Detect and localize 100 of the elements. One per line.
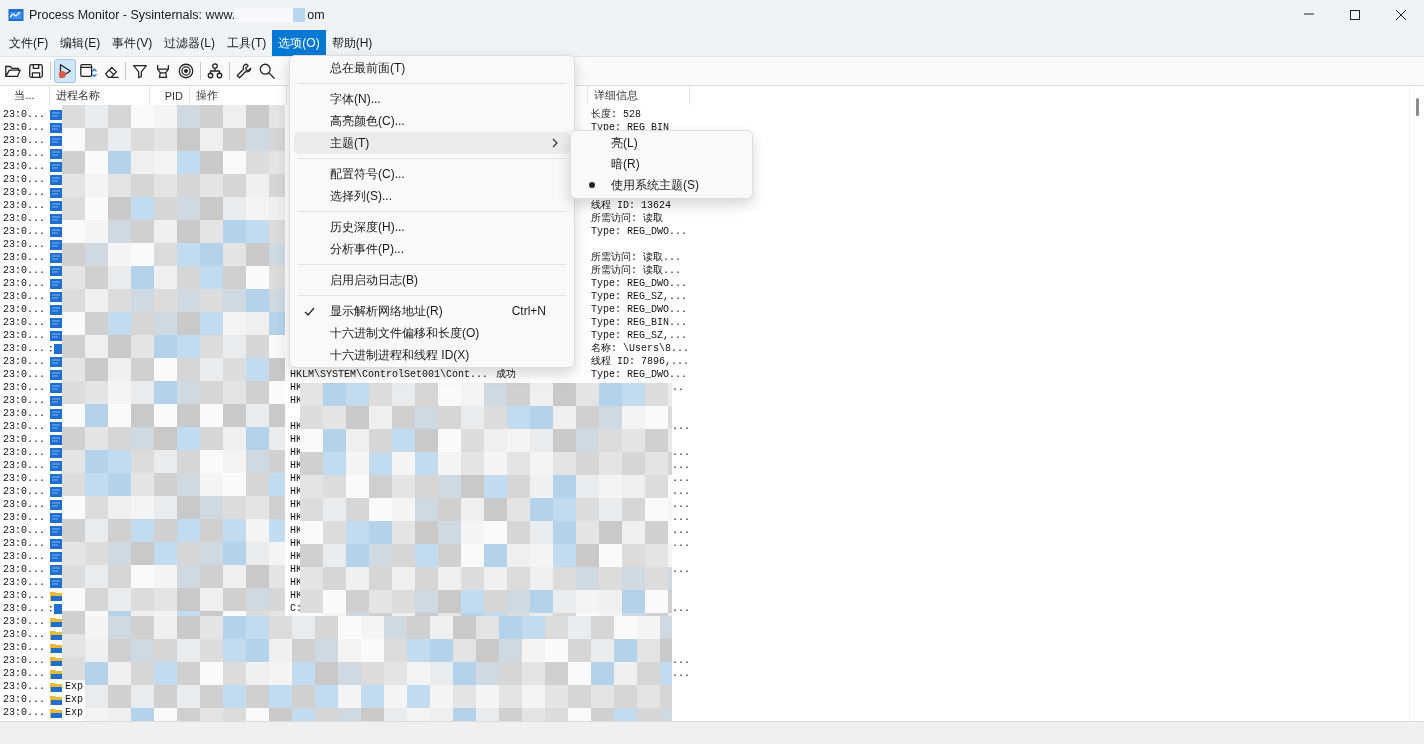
time-cell: 23:0... — [3, 264, 45, 277]
detail-cell: ... — [672, 524, 690, 537]
detail-cell: ... — [672, 563, 690, 576]
menu-item[interactable]: 文件(F) — [3, 30, 55, 56]
time-cell: 23:0... — [3, 199, 45, 212]
result-cell: 成功 — [496, 368, 516, 381]
process-name-cell: Exp — [65, 680, 83, 693]
time-cell: 23:0... — [3, 706, 45, 719]
time-cell: 23:0... — [3, 420, 45, 433]
menu-item[interactable]: 十六进制进程和线程 ID(X) — [294, 344, 570, 366]
column-header[interactable]: 详细信息 — [588, 86, 690, 105]
time-cell: 23:0... — [3, 186, 45, 199]
time-cell: 23:0... — [3, 212, 45, 225]
time-cell: 23:0... — [3, 394, 45, 407]
column-header[interactable]: 当... — [0, 86, 50, 105]
time-cell: 23:0... — [3, 511, 45, 524]
shortcut-label: Ctrl+N — [511, 304, 547, 318]
detail-cell: Type: REG_DWO... — [591, 368, 687, 381]
time-cell: 23:0... — [3, 407, 45, 420]
detail-cell: ... — [672, 602, 690, 615]
detail-cell: 长度: 528 — [591, 108, 641, 121]
time-cell: 23:0... — [3, 680, 45, 693]
detail-cell: 线程 ID: 7896,... — [591, 355, 689, 368]
menu-item[interactable]: 帮助(H) — [325, 30, 379, 56]
detail-cell: ... — [672, 485, 690, 498]
time-cell: 23:0... — [3, 433, 45, 446]
detail-cell: 所需访问: 读取... — [591, 251, 681, 264]
time-cell: 23:0... — [3, 589, 45, 602]
time-cell: 23:0... — [3, 628, 45, 641]
time-cell: 23:0... — [3, 576, 45, 589]
detail-cell: 所需访问: 读取... — [591, 264, 681, 277]
time-cell: 23:0... — [3, 615, 45, 628]
time-cell: 23:0... — [3, 693, 45, 706]
process-name-cell: Exp — [65, 693, 83, 706]
menu-item[interactable]: 编辑(E) — [54, 30, 107, 56]
time-cell: 23:0... — [3, 602, 45, 615]
menu-item[interactable]: 工具(T) — [221, 30, 273, 56]
window-title: Process Monitor - Sysinternals: www. — [29, 8, 236, 22]
time-cell: 23:0... — [3, 160, 45, 173]
time-cell: 23:0... — [3, 563, 45, 576]
detail-cell: ... — [672, 537, 690, 550]
menu-item[interactable]: 历史深度(H)... — [294, 216, 570, 238]
detail-cell: ... — [672, 459, 690, 472]
time-cell: 23:0... — [3, 498, 45, 511]
time-cell: 23:0... — [3, 654, 45, 667]
process-name-cell: Exp — [65, 706, 83, 719]
detail-cell: ... — [672, 667, 690, 680]
time-cell: 23:0... — [3, 368, 45, 381]
menu-item[interactable]: 总在最前面(T) — [294, 57, 570, 79]
time-cell: 23:0... — [3, 342, 45, 355]
menu-item[interactable]: 暗(R) — [575, 154, 748, 175]
time-cell: 23:0... — [3, 225, 45, 238]
path-cell: C: — [290, 602, 302, 615]
detail-cell: 线程 ID: 13624 — [591, 199, 671, 212]
detail-cell: ... — [672, 472, 690, 485]
detail-cell: ... — [672, 511, 690, 524]
menu-item[interactable]: 主题(T) — [294, 132, 570, 154]
menu-item[interactable]: 启用启动日志(B) — [294, 269, 570, 291]
detail-cell: Type: REG_SZ,... — [591, 290, 687, 303]
time-cell: 23:0... — [3, 303, 45, 316]
menu-item[interactable]: 事件(V) — [106, 30, 159, 56]
time-cell: 23:0... — [3, 329, 45, 342]
time-cell: 23:0... — [3, 485, 45, 498]
time-cell: 23:0... — [3, 459, 45, 472]
time-cell: 23:0... — [3, 524, 45, 537]
time-cell: 23:0... — [3, 316, 45, 329]
time-cell: 23:0... — [3, 277, 45, 290]
path-cell: HKLM\SYSTEM\ControlSet001\Cont... — [290, 368, 489, 381]
detail-cell: ... — [672, 446, 690, 459]
detail-cell: ... — [672, 420, 690, 433]
menu-item[interactable]: 字体(N)... — [294, 88, 570, 110]
time-cell: 23:0... — [3, 472, 45, 485]
time-cell: 23:0... — [3, 251, 45, 264]
time-cell: 23:0... — [3, 446, 45, 459]
time-cell: 23:0... — [3, 537, 45, 550]
detail-cell: .. — [672, 381, 684, 394]
time-cell: 23:0... — [3, 550, 45, 563]
time-cell: 23:0... — [3, 173, 45, 186]
detail-cell: ... — [672, 654, 690, 667]
menu-item[interactable]: 配置符号(C)... — [294, 163, 570, 185]
menu-item[interactable]: 选项(O) — [272, 30, 326, 56]
menu-item[interactable]: 使用系统主题(S) — [575, 175, 748, 196]
menu-item[interactable]: 十六进制文件偏移和长度(O) — [294, 322, 570, 344]
time-cell: 23:0... — [3, 108, 45, 121]
time-cell: 23:0... — [3, 290, 45, 303]
menu-item[interactable]: 选择列(S)... — [294, 185, 570, 207]
menu-item[interactable]: 亮(L) — [575, 133, 748, 154]
time-cell: 23:0... — [3, 381, 45, 394]
time-cell: 23:0... — [3, 147, 45, 160]
detail-cell: Type: REG_DWO... — [591, 225, 687, 238]
menu-item[interactable]: 显示解析网络地址(R) Ctrl+N — [294, 300, 570, 322]
detail-cell: Type: REG_DWO... — [591, 277, 687, 290]
time-cell: 23:0... — [3, 121, 45, 134]
detail-cell: Type: REG_SZ,... — [591, 329, 687, 342]
menu-item[interactable]: 分析事件(P)... — [294, 238, 570, 260]
time-cell: 23:0... — [3, 667, 45, 680]
menu-item[interactable]: 过滤器(L) — [158, 30, 221, 56]
detail-cell: 名称: \Users\8... — [591, 342, 689, 355]
time-cell: 23:0... — [3, 238, 45, 251]
menu-item[interactable]: 高亮颜色(C)... — [294, 110, 570, 132]
